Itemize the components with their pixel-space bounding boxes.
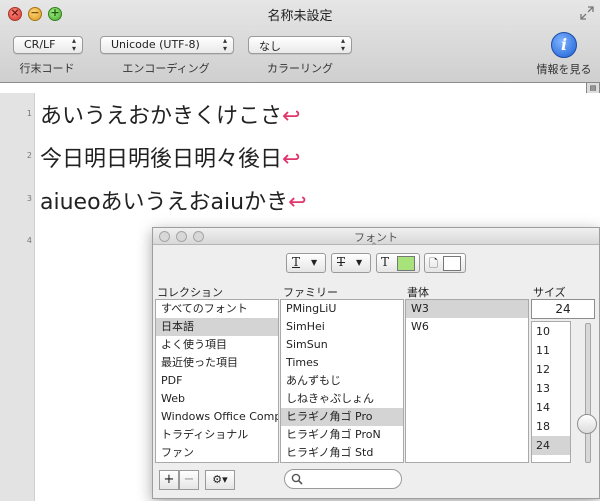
size-item[interactable]: 18 [532,417,570,436]
line-number: 3 [26,194,32,203]
family-item[interactable]: あんずもじ [281,372,403,390]
family-item[interactable]: ヒラギノ角ゴ Std [281,444,403,462]
size-item[interactable]: 10 [532,322,570,341]
family-item[interactable]: ヒラギノ角ゴ ProN [281,426,403,444]
collection-list[interactable]: すべてのフォント 日本語 よく使う項目 最近使った項目 PDF Web Wind… [155,299,279,463]
collection-item-selected[interactable]: 日本語 [156,318,278,336]
typeface-header: 書体 [407,286,429,299]
window-title: 名称未設定 [267,9,333,24]
strikethrough-button[interactable]: T ▼ [331,253,371,273]
typeface-item[interactable]: W6 [406,318,528,336]
text-color-swatch [397,256,415,271]
line-number: 2 [26,151,32,160]
family-item[interactable]: しねきゃぷしょん [281,390,403,408]
size-item[interactable]: 12 [532,360,570,379]
collection-item[interactable]: Web [156,390,278,408]
popup-arrows-icon: ▴ ▾ [340,36,345,53]
document-icon: 🗋 [429,257,438,270]
gear-icon: ⚙▾ [212,473,228,486]
line-text: 今日明日明後日明々後日 [40,147,283,172]
editor-line[interactable]: 今日明日明後日明々後日↩ [40,141,300,173]
size-slider-track[interactable] [585,323,591,463]
collection-item[interactable]: トラディショナル [156,426,278,444]
collection-item[interactable]: Windows Office Comp [156,408,278,426]
dropdown-arrow-icon: ▼ [311,258,318,267]
typeface-item-selected[interactable]: W3 [406,300,528,318]
dropdown-arrow-icon: ▼ [356,258,363,267]
typeface-list[interactable]: W3 W6 [405,299,529,463]
coloring-label: カラーリング [267,62,333,75]
collection-item[interactable]: すべてのフォント [156,300,278,318]
remove-collection-button[interactable]: − [179,470,199,490]
toolbar: × − + 名称未設定 CR/LF ▴ ▾ 行末コード Unicode (UTF-… [0,0,600,83]
font-panel: フォント ^ T ▼ T ▼ T 🗋 コレクション ファミリー 書体 サイズ す… [152,227,600,499]
return-marker-icon: ↩ [282,104,301,129]
text-color-button[interactable]: T [376,253,420,273]
line-number: 4 [26,236,32,245]
editor-line[interactable]: aiueoあいうえおaiuかき↩ [40,184,307,216]
family-item[interactable]: Times [281,354,403,372]
popup-arrows-icon: ▴ ▾ [222,36,227,53]
size-item-selected[interactable]: 24 [532,436,570,455]
size-input[interactable]: 24 [531,299,595,319]
collection-item[interactable]: よく使う項目 [156,336,278,354]
action-menu-button[interactable]: ⚙▾ [205,470,235,490]
size-item[interactable]: 13 [532,379,570,398]
line-text: aiueoあいうえおaiuかき [40,190,289,215]
size-header: サイズ [533,286,566,299]
editor-line[interactable]: あいうえおかきくけこさ↩ [40,98,300,130]
underline-icon: T [292,255,301,269]
popup-arrows-icon: ▴ ▾ [71,36,76,53]
family-item[interactable]: SimSun [281,336,403,354]
line-text: あいうえおかきくけこさ [40,104,283,129]
document-color-swatch [443,256,461,271]
font-search-input[interactable] [284,469,402,489]
encoding-label: エンコーディング [122,62,210,75]
info-button-label[interactable]: 情報を見る [530,61,598,77]
info-icon[interactable]: i [551,32,577,58]
size-slider-knob[interactable] [577,414,597,434]
size-list[interactable]: 10 11 12 13 14 18 24 [531,321,571,463]
return-marker-icon: ↩ [288,190,307,215]
strikethrough-icon: T [337,255,346,269]
document-color-button[interactable]: 🗋 [424,253,466,273]
line-number: 1 [26,109,32,118]
encoding-value: Unicode (UTF-8) [111,38,200,51]
text-color-icon: T [381,255,390,269]
return-marker-icon: ↩ [282,147,301,172]
encoding-popup[interactable]: Unicode (UTF-8) ▴ ▾ [100,36,234,54]
collection-item[interactable]: ファン [156,444,278,462]
coloring-value: なし [259,40,281,53]
search-icon [291,473,303,485]
line-ending-popup[interactable]: CR/LF ▴ ▾ [13,36,83,54]
collection-item[interactable]: PDF [156,372,278,390]
family-item[interactable]: SimHei [281,318,403,336]
family-list[interactable]: PMingLiU SimHei SimSun Times あんずもじ しねきゃぷ… [280,299,404,463]
coloring-popup[interactable]: なし ▴ ▾ [248,36,352,54]
size-item[interactable]: 14 [532,398,570,417]
add-collection-button[interactable]: + [159,470,179,490]
collection-item[interactable]: 最近使った項目 [156,354,278,372]
underline-button[interactable]: T ▼ [286,253,326,273]
fullscreen-icon[interactable] [580,6,594,20]
size-item[interactable]: 11 [532,341,570,360]
line-ending-value: CR/LF [24,38,56,51]
collapse-caret-icon[interactable]: ^ [371,242,377,250]
family-item[interactable]: PMingLiU [281,300,403,318]
family-header: ファミリー [283,286,338,299]
collection-header: コレクション [157,286,223,299]
line-ending-label: 行末コード [19,62,75,75]
family-item-selected[interactable]: ヒラギノ角ゴ Pro [281,408,403,426]
